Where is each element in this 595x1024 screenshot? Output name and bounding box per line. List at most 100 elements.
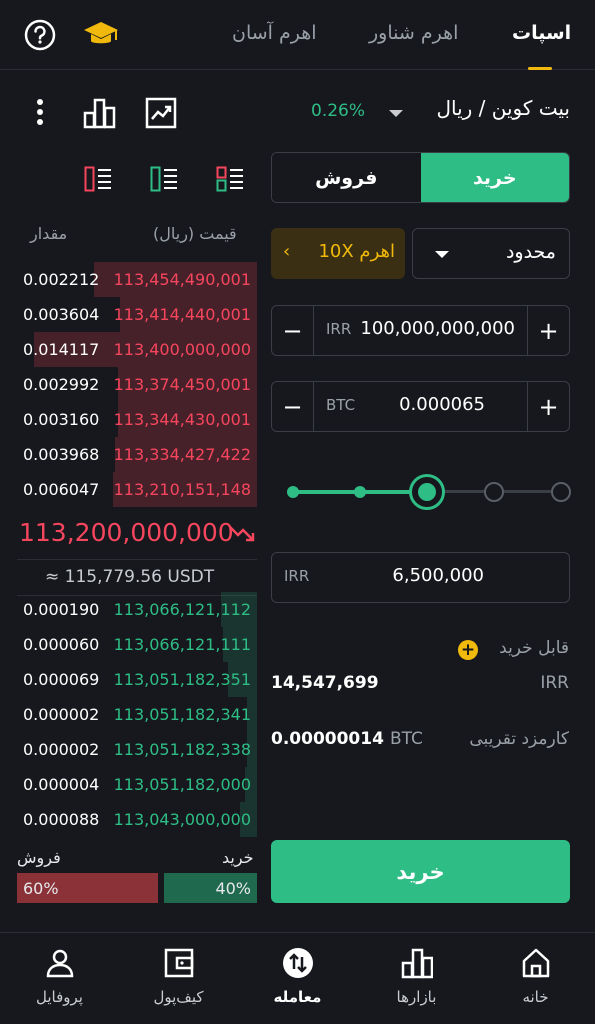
percent-slider-step[interactable] — [484, 482, 504, 502]
orderbook-asks-icon[interactable] — [84, 166, 112, 192]
ask-qty: 0.014117 — [23, 340, 100, 359]
bid-row[interactable]: 0.000060 113,066,121,111 — [17, 627, 257, 662]
bid-row[interactable]: 0.000190 113,066,121,112 — [17, 592, 257, 627]
profile-icon — [44, 947, 76, 979]
bid-price: 113,051,182,000 — [113, 775, 251, 794]
tab-float-leverage[interactable]: اهرم شناور — [369, 22, 458, 44]
nav-profile[interactable]: پروفایل — [0, 933, 119, 1024]
ask-price: 113,454,490,001 — [113, 270, 251, 289]
market-pair[interactable]: بیت کوین / ریال — [436, 96, 570, 120]
orderbook-divider — [17, 559, 257, 560]
bid-qty: 0.000002 — [23, 705, 100, 724]
ask-price: 113,414,440,001 — [113, 305, 251, 324]
nav-wallet-label: کیف‌پول — [153, 988, 204, 1006]
chart-bars-icon[interactable] — [83, 97, 117, 129]
amount-increase-button[interactable]: + — [527, 382, 569, 431]
orderbook-bids-icon[interactable] — [150, 166, 178, 192]
price-input[interactable]: 100,000,000,000 — [360, 318, 515, 339]
sell-ratio-label: فروش — [17, 848, 61, 867]
percent-slider-step[interactable] — [287, 486, 299, 498]
bid-price: 113,051,182,341 — [113, 705, 251, 724]
fee-value: 0.00000014 — [271, 729, 384, 749]
ask-row[interactable]: 0.014117 113,400,000,000 — [17, 332, 257, 367]
ask-price: 113,210,151,148 — [113, 480, 251, 499]
bid-row[interactable]: 0.000069 113,051,182,351 — [17, 662, 257, 697]
bid-row[interactable]: 0.000004 113,051,182,000 — [17, 767, 257, 802]
chevron-down-icon — [435, 251, 449, 258]
price-currency: IRR — [326, 320, 352, 338]
bid-qty: 0.000088 — [23, 810, 100, 829]
orderbook-both-icon[interactable] — [216, 166, 244, 192]
total-currency: IRR — [284, 567, 310, 585]
available-value: 14,547,699 — [271, 673, 379, 693]
nav-trade-label: معامله — [273, 988, 322, 1006]
buy-ratio-label: خرید — [222, 848, 254, 867]
tab-active-indicator — [528, 67, 552, 70]
bottom-nav: پروفایل کیف‌پول معامله بازارها خانه — [0, 932, 595, 1024]
bid-row[interactable]: 0.000088 113,043,000,000 — [17, 802, 257, 837]
amount-input[interactable]: 0.000065 — [399, 394, 485, 415]
ask-price: 113,400,000,000 — [113, 340, 251, 359]
bid-row[interactable]: 0.000002 113,051,182,341 — [17, 697, 257, 732]
bid-qty: 0.000002 — [23, 740, 100, 759]
home-icon — [520, 947, 552, 979]
ask-row[interactable]: 0.003160 113,344,430,001 — [17, 402, 257, 437]
bid-price: 113,066,121,111 — [113, 635, 251, 654]
bid-qty: 0.000190 — [23, 600, 100, 619]
available-currency: IRR — [540, 673, 569, 693]
tab-spot[interactable]: اسپات — [512, 22, 571, 44]
submit-buy-button[interactable]: خرید — [271, 840, 570, 903]
ask-qty: 0.006047 — [23, 480, 100, 499]
nav-home[interactable]: خانه — [476, 933, 595, 1024]
percent-slider-step[interactable] — [551, 482, 571, 502]
price-change: 0.26% — [311, 101, 366, 121]
price-decrease-button[interactable]: − — [272, 306, 314, 355]
bid-price: 113,051,182,338 — [113, 740, 251, 759]
wallet-icon — [163, 947, 195, 979]
orderbook-qty-header: مقدار — [30, 224, 68, 243]
amount-decrease-button[interactable]: − — [272, 382, 314, 431]
buy-tab[interactable]: خرید — [420, 153, 569, 202]
ask-row[interactable]: 0.003968 113,334,427,422 — [17, 437, 257, 472]
line-chart-icon[interactable] — [145, 97, 177, 129]
nav-markets-label: بازارها — [396, 988, 437, 1006]
ask-qty: 0.003968 — [23, 445, 100, 464]
nav-wallet[interactable]: کیف‌پول — [119, 933, 238, 1024]
price-increase-button[interactable]: + — [527, 306, 569, 355]
percent-slider-thumb[interactable] — [409, 474, 445, 510]
leverage-value: اهرم 10X — [318, 241, 395, 262]
bid-qty: 0.000069 — [23, 670, 100, 689]
sell-tab[interactable]: فروش — [272, 153, 421, 202]
deposit-plus-icon[interactable]: + — [458, 640, 478, 660]
amount-currency: BTC — [326, 396, 356, 414]
ask-row[interactable]: 0.002212 113,454,490,001 — [17, 262, 257, 297]
top-bar: اهرم آسان اهرم شناور اسپات — [0, 0, 595, 70]
ask-qty: 0.003160 — [23, 410, 100, 429]
markets-icon — [401, 947, 434, 979]
pair-dropdown-icon[interactable] — [389, 110, 403, 117]
nav-trade[interactable]: معامله — [238, 933, 357, 1024]
help-icon[interactable] — [24, 19, 56, 51]
amount-stepper: − BTC 0.000065 + — [271, 381, 570, 432]
tab-easy-leverage[interactable]: اهرم آسان — [232, 22, 317, 44]
academy-icon[interactable] — [82, 20, 120, 50]
total-field[interactable]: IRR 6,500,000 — [271, 552, 570, 603]
chevron-left-icon: ‹ — [283, 241, 291, 262]
leverage-button[interactable]: اهرم 10X ‹ — [271, 228, 405, 279]
ask-qty: 0.003604 — [23, 305, 100, 324]
order-type-select[interactable]: محدود — [412, 228, 570, 279]
trade-icon — [282, 947, 314, 979]
more-icon[interactable] — [34, 98, 46, 128]
ask-row[interactable]: 0.002992 113,374,450,001 — [17, 367, 257, 402]
total-input[interactable]: 6,500,000 — [392, 565, 484, 586]
percent-slider-step[interactable] — [354, 486, 366, 498]
ask-row[interactable]: 0.006047 113,210,151,148 — [17, 472, 257, 507]
fee-currency: BTC — [390, 729, 423, 749]
nav-markets[interactable]: بازارها — [357, 933, 476, 1024]
orderbook-price-header: قیمت (ریال) — [153, 224, 237, 243]
ask-row[interactable]: 0.003604 113,414,440,001 — [17, 297, 257, 332]
ask-price: 113,374,450,001 — [113, 375, 251, 394]
bid-price: 113,051,182,351 — [113, 670, 251, 689]
bid-row[interactable]: 0.000002 113,051,182,338 — [17, 732, 257, 767]
bid-qty: 0.000004 — [23, 775, 100, 794]
